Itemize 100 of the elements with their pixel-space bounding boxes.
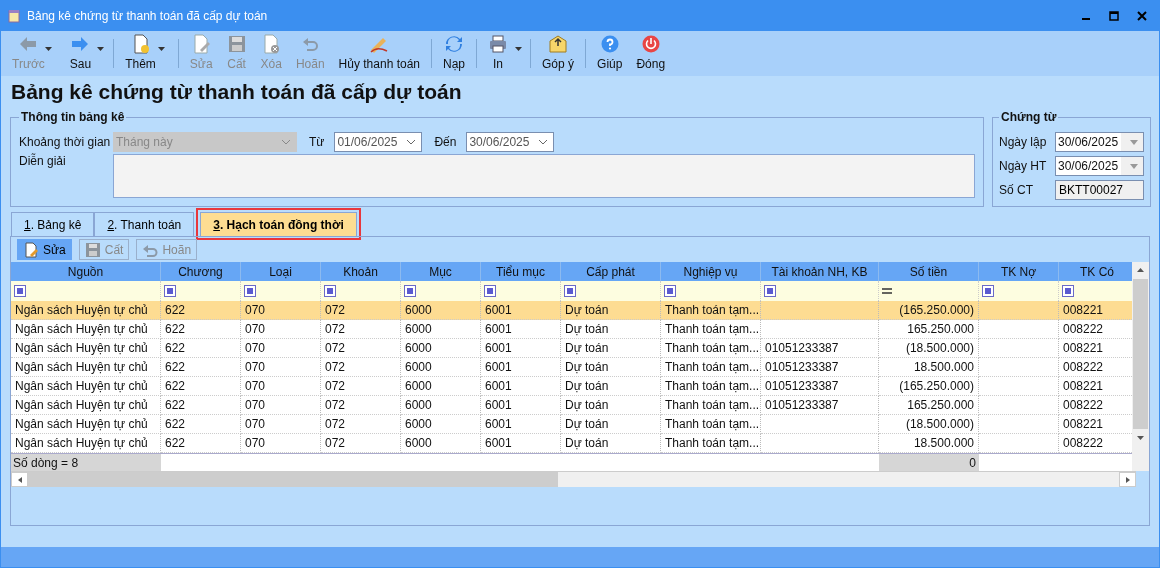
filter-operator-icon[interactable] <box>404 285 416 297</box>
table-cell: 165.250.000 <box>907 398 974 412</box>
table-cell: 008221 <box>1063 417 1104 431</box>
row-count: Số dòng = 8 <box>11 454 161 471</box>
power-icon <box>640 34 661 54</box>
description-field[interactable] <box>113 154 975 198</box>
toolbar-button[interactable]: Giúp <box>590 31 630 76</box>
table-cell: 6001 <box>485 417 512 431</box>
table-cell: 6001 <box>485 303 512 317</box>
tab[interactable]: 2. Thanh toán <box>94 212 195 236</box>
toolbar-button[interactable]: In <box>481 31 527 76</box>
table-cell: 18.500.000 <box>913 436 974 450</box>
table-cell: 6001 <box>485 360 512 374</box>
table-cell: 6000 <box>405 341 432 355</box>
chevron-down-icon[interactable] <box>538 139 549 145</box>
table-cell: 6000 <box>405 322 432 336</box>
dropdown-caret-icon[interactable] <box>157 47 165 51</box>
filter-operator-icon[interactable] <box>164 285 176 297</box>
table-cell: 070 <box>245 417 266 431</box>
refresh-icon <box>444 34 464 54</box>
dropdown-caret-icon[interactable] <box>515 47 523 51</box>
group-title: Chứng từ <box>1000 110 1058 124</box>
edit-document-icon <box>23 241 39 258</box>
table-cell: 6001 <box>485 341 512 355</box>
table-cell: Ngân sách Huyện tự chủ <box>15 398 148 412</box>
chevron-down-icon[interactable] <box>406 139 417 145</box>
table-cell: 6000 <box>405 417 432 431</box>
filter-operator-icon[interactable] <box>14 285 26 297</box>
table-cell: 070 <box>245 303 266 317</box>
horizontal-scrollbar[interactable] <box>11 471 1136 487</box>
table-cell: Thanh toán tạm... <box>665 417 760 431</box>
table-cell: Dự toán <box>565 341 609 355</box>
help-icon <box>599 34 620 54</box>
filter-operator-icon[interactable] <box>244 285 256 297</box>
date-field[interactable]: 01/06/2025 <box>334 132 423 152</box>
filter-operator-icon[interactable] <box>982 285 994 297</box>
filter-operator-icon[interactable] <box>764 285 776 297</box>
filter-operator-icon[interactable] <box>1062 285 1074 297</box>
table-cell: 072 <box>325 379 346 393</box>
table-cell: Ngân sách Huyện tự chủ <box>15 417 148 431</box>
table-cell: Dự toán <box>565 379 609 393</box>
table-cell: 6000 <box>405 360 432 374</box>
save-icon <box>226 34 247 54</box>
scroll-right-icon[interactable] <box>1123 475 1132 484</box>
table-cell: 008222 <box>1063 436 1104 450</box>
maximize-icon[interactable] <box>1109 11 1119 21</box>
toolbar-button[interactable]: Nạp <box>436 31 473 76</box>
close-icon[interactable] <box>1137 11 1147 21</box>
table-cell: (18.500.000) <box>905 417 974 431</box>
table-cell: Ngân sách Huyện tự chủ <box>15 303 148 317</box>
table-cell: 008222 <box>1063 322 1104 336</box>
table-row[interactable]: Ngân sách Huyện tự chủ 622 070 072 6000 6001 Dự toán Thanh toán tạm... (165.250.000) 008221 <box>11 301 1132 320</box>
table-cell: 008221 <box>1063 303 1104 317</box>
table-cell: 070 <box>245 379 266 393</box>
table-cell: 6001 <box>485 436 512 450</box>
table-cell: 008221 <box>1063 341 1104 355</box>
window-title: Bảng kê chứng từ thanh toán đã cấp dự toán <box>27 9 268 23</box>
toolbar-button[interactable]: Sau <box>62 31 110 76</box>
table-cell: 008221 <box>1063 379 1104 393</box>
tab[interactable]: 1. Bảng kê <box>11 212 95 236</box>
toolbar-button[interactable]: Đóng <box>629 31 673 76</box>
save-icon <box>84 241 101 258</box>
table-cell: Ngân sách Huyện tự chủ <box>15 360 148 374</box>
vertical-scrollbar[interactable] <box>1132 262 1149 471</box>
table-cell: Thanh toán tạm... <box>665 398 760 412</box>
right-arrow-icon <box>70 34 91 54</box>
filter-operator-icon[interactable] <box>324 285 336 297</box>
table-cell: 070 <box>245 341 266 355</box>
filter-operator-icon[interactable] <box>564 285 576 297</box>
table-cell: 6001 <box>485 379 512 393</box>
table-cell: Thanh toán tạm... <box>665 360 760 374</box>
equals-icon[interactable] <box>882 287 892 295</box>
table-cell: 622 <box>165 360 186 374</box>
table-cell: 070 <box>245 322 266 336</box>
voucher-number-field[interactable]: BKTT00027 <box>1055 180 1144 200</box>
date-field[interactable]: 30/06/2025 <box>466 132 555 152</box>
page-heading: Bảng kê chứng từ thanh toán đã cấp dự toán <box>10 79 463 105</box>
table-cell: 072 <box>325 398 346 412</box>
field-label: Diễn giải <box>19 154 67 168</box>
table-cell: 622 <box>165 303 186 317</box>
table-cell: Dự toán <box>565 398 609 412</box>
filter-operator-icon[interactable] <box>664 285 676 297</box>
toolbar-button[interactable]: Góp ý <box>535 31 582 76</box>
table-cell: 070 <box>245 360 266 374</box>
dropdown-caret-icon[interactable] <box>97 47 105 51</box>
table-cell: 070 <box>245 436 266 450</box>
field-label: Ngày lập <box>999 135 1048 149</box>
table-cell: Thanh toán tạm... <box>665 322 760 336</box>
table-cell: 008222 <box>1063 360 1104 374</box>
field-label: Khoảng thời gian <box>19 135 112 149</box>
toolbar-button[interactable]: Sửa <box>17 239 72 260</box>
toolbar-button[interactable]: Thêm <box>118 31 174 76</box>
table-cell: 072 <box>325 360 346 374</box>
table-cell: Dự toán <box>565 436 609 450</box>
date-field[interactable]: 30/06/2025 <box>1055 156 1144 176</box>
toolbar-button[interactable]: Hủy thanh toán <box>331 31 427 76</box>
date-field[interactable]: 30/06/2025 <box>1055 132 1144 152</box>
delete-document-icon <box>261 34 282 54</box>
filter-operator-icon[interactable] <box>484 285 496 297</box>
table-cell: 622 <box>165 341 186 355</box>
